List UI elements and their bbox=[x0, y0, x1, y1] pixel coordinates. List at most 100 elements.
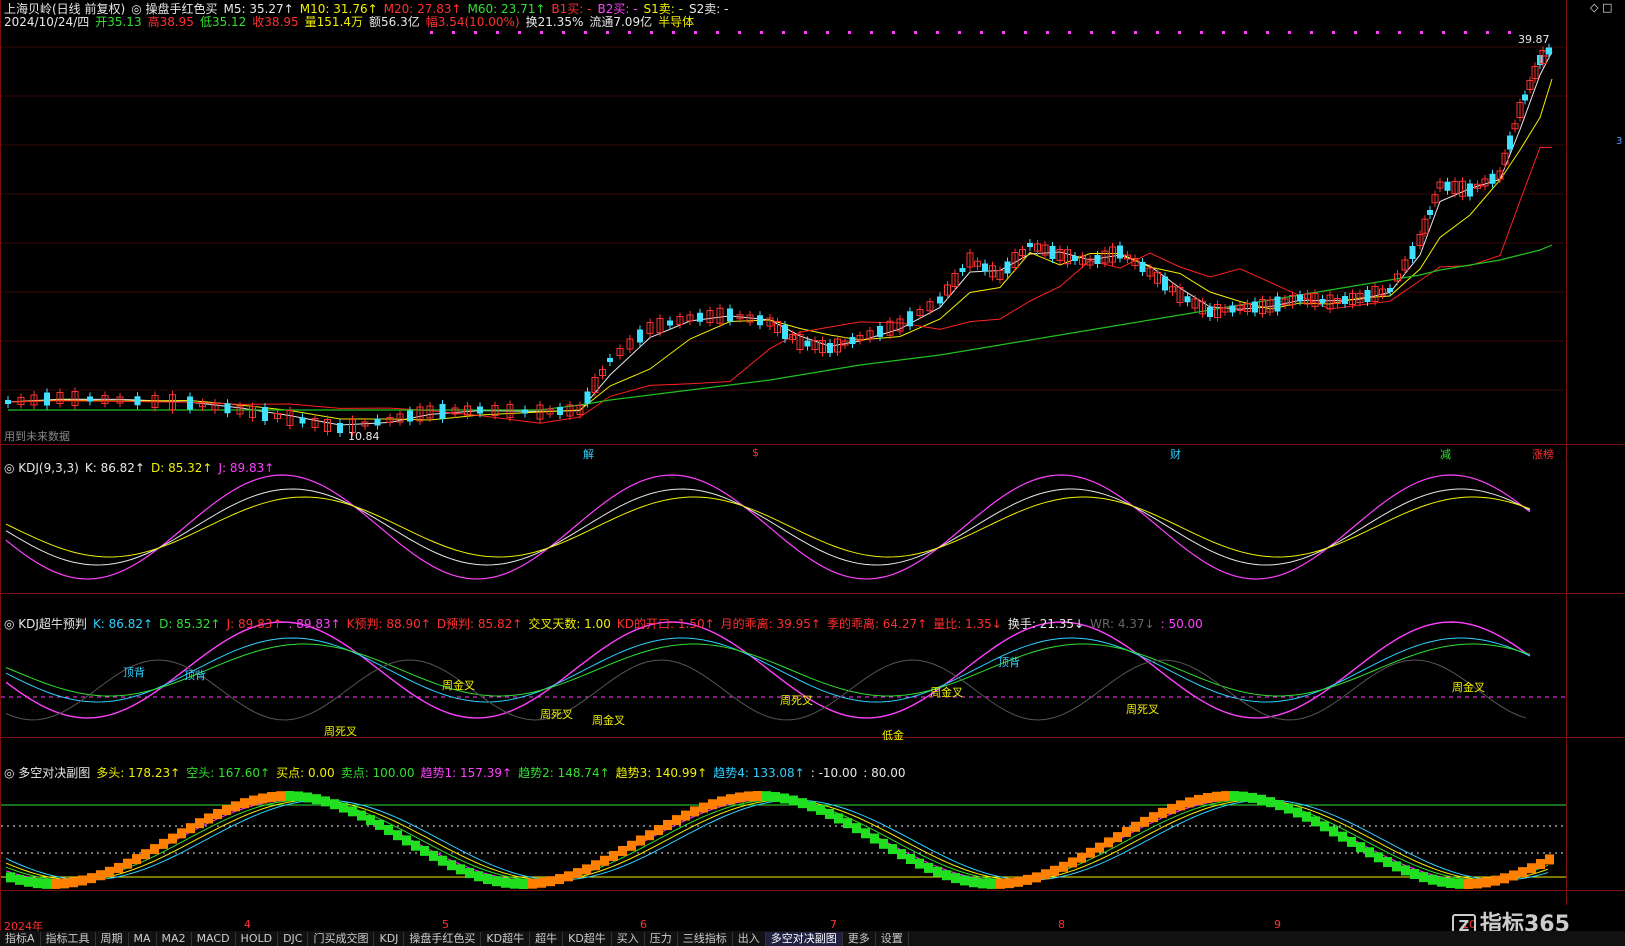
indicator-tab[interactable]: 设置 bbox=[876, 932, 909, 946]
duokong-header-item: : 80.00 bbox=[863, 766, 906, 780]
duokong-bull-block bbox=[1122, 826, 1131, 837]
top-dot-marker bbox=[892, 31, 895, 34]
duokong-bull-block bbox=[1104, 837, 1113, 848]
indicator-tab[interactable]: 更多 bbox=[843, 932, 876, 946]
top-dot-marker bbox=[474, 31, 477, 34]
duokong-bear-block bbox=[393, 830, 402, 841]
duokong-bear-block bbox=[1320, 821, 1329, 832]
duokong-bull-block bbox=[1077, 852, 1086, 863]
duokong-bull-block bbox=[690, 806, 699, 817]
duokong-bear-block bbox=[357, 810, 366, 821]
indicator-tab[interactable]: MA bbox=[129, 932, 157, 946]
kdj-k-line bbox=[5, 488, 1531, 566]
main-header-item: 2024/10/24/四 bbox=[4, 15, 90, 29]
duokong-bull-block bbox=[1014, 876, 1023, 887]
duokong-bear-block bbox=[438, 855, 447, 866]
kdj2-signal-label: 周死叉 bbox=[1126, 703, 1159, 716]
duokong-bull-block bbox=[1482, 877, 1491, 888]
top-dot-marker bbox=[1398, 31, 1401, 34]
kdj2-header-item: 交叉天数: 1.00 bbox=[528, 617, 611, 631]
duokong-bear-block bbox=[1302, 811, 1311, 822]
duokong-bear-block bbox=[465, 868, 474, 879]
duokong-bear-block bbox=[933, 866, 942, 877]
duokong-bear-block bbox=[1338, 831, 1347, 842]
kdj-header-item: J: 89.83↑ bbox=[218, 461, 275, 475]
indicator-tab[interactable]: HOLD bbox=[236, 932, 279, 946]
duokong-bull-block bbox=[1545, 854, 1554, 865]
duokong-bear-block bbox=[1437, 876, 1446, 887]
kdj2-header-item: K: 86.82↑ bbox=[92, 617, 154, 631]
indicator-tab[interactable]: MA2 bbox=[157, 932, 192, 946]
duokong-bull-block bbox=[1023, 874, 1032, 885]
duokong-bull-block bbox=[1059, 861, 1068, 872]
duokong-bull-block bbox=[1536, 859, 1545, 870]
indicator-tab[interactable]: 周期 bbox=[96, 932, 129, 946]
indicator-tab[interactable]: 三线指标 bbox=[678, 932, 733, 946]
duokong-bull-block bbox=[528, 878, 537, 889]
indicator-tab[interactable]: 买入 bbox=[612, 932, 645, 946]
duokong-header-item: 趋势3: 140.99↑ bbox=[615, 766, 708, 780]
duokong-bear-block bbox=[24, 876, 33, 887]
duokong-bear-block bbox=[915, 858, 924, 869]
top-dot-marker bbox=[1222, 31, 1225, 34]
indicator-tab[interactable]: 压力 bbox=[645, 932, 678, 946]
top-dot-marker bbox=[1112, 31, 1115, 34]
top-dot-marker bbox=[826, 31, 829, 34]
indicator-tab[interactable]: 指标工具 bbox=[41, 932, 96, 946]
duokong-bull-block bbox=[159, 838, 168, 849]
indicator-tab[interactable]: 指标A bbox=[0, 932, 41, 946]
duokong-bear-block bbox=[447, 860, 456, 871]
duokong-bull-block bbox=[573, 868, 582, 879]
top-dot-marker bbox=[782, 31, 785, 34]
duokong-bull-block bbox=[708, 799, 717, 810]
indicator-tab[interactable]: KDJ bbox=[374, 932, 405, 946]
duokong-bear-block bbox=[843, 818, 852, 829]
duokong-bull-block bbox=[231, 801, 240, 812]
indicator-tab[interactable]: DJC bbox=[278, 932, 309, 946]
date-axis-label: 4 bbox=[244, 918, 251, 931]
duokong-bull-block bbox=[1131, 821, 1140, 832]
indicator-tab[interactable]: 操盘手红色买 bbox=[404, 932, 482, 946]
indicator-tab[interactable]: 门买成交图 bbox=[308, 932, 375, 946]
duokong-bull-block bbox=[123, 858, 132, 869]
kdj2-signal-label: 顶背 bbox=[998, 656, 1020, 669]
main-marker: 涨榜 bbox=[1532, 448, 1554, 461]
window-controls[interactable]: ◇ □ bbox=[1590, 1, 1612, 14]
kdj2-header-item: ◎ KDJ超牛预判 bbox=[4, 617, 87, 631]
top-dot-marker bbox=[1288, 31, 1291, 34]
kdj-d-line bbox=[5, 496, 1531, 558]
duokong-trend-line bbox=[5, 799, 1549, 881]
indicator-tab[interactable]: 出入 bbox=[733, 932, 766, 946]
date-axis-label: 6 bbox=[640, 918, 647, 931]
duokong-bull-block bbox=[1140, 816, 1149, 827]
duokong-bull-block bbox=[1086, 847, 1095, 858]
indicator-tab[interactable]: KD超牛 bbox=[481, 932, 531, 946]
indicator-tab[interactable]: 多空对决副图 bbox=[765, 932, 843, 946]
duokong-bull-block bbox=[744, 791, 753, 802]
duokong-bear-block bbox=[1401, 865, 1410, 876]
duokong-bear-block bbox=[798, 798, 807, 809]
duokong-bull-block bbox=[1527, 863, 1536, 874]
duokong-bull-block bbox=[1041, 869, 1050, 880]
duokong-bull-block bbox=[636, 835, 645, 846]
indicator-tab-bar[interactable]: 指标A 指标工具 周期 MA MA2 MACD HOLD DJC 门买成交图 KDJ 操盘手红色买 K… bbox=[0, 931, 1625, 946]
duokong-bear-block bbox=[825, 808, 834, 819]
main-header-line2: 2024/10/24/四 开35.13 高38.95 低35.12 收38.95 量151… bbox=[4, 15, 700, 29]
main-header-line1: 上海贝岭(日线 前复权) ◎ 操盘手红色买 M5: 35.27↑ M10: 31.76… bbox=[4, 2, 734, 16]
duokong-bear-block bbox=[339, 802, 348, 813]
duokong-bear-block bbox=[1284, 803, 1293, 814]
duokong-bear-block bbox=[1293, 807, 1302, 818]
kdj2-header-item: 季的乖离: 64.27↑ bbox=[826, 617, 928, 631]
top-dot-marker bbox=[1046, 31, 1049, 34]
duokong-bear-block bbox=[456, 864, 465, 875]
indicator-tab[interactable]: KD超牛 bbox=[563, 932, 612, 946]
kdj2-header: ◎ KDJ超牛预判 K: 86.82↑ D: 85.32↑ J: 89.83↑: 89… bbox=[4, 617, 1209, 631]
indicator-tab[interactable]: 超牛 bbox=[530, 932, 564, 946]
duokong-bull-block bbox=[564, 871, 573, 882]
duokong-bull-block bbox=[1518, 867, 1527, 878]
duokong-bear-block bbox=[1329, 826, 1338, 837]
indicator-tab[interactable]: MACD bbox=[192, 932, 236, 946]
duokong-bear-block bbox=[348, 806, 357, 817]
duokong-bull-block bbox=[150, 844, 159, 855]
duokong-bull-block bbox=[114, 862, 123, 873]
